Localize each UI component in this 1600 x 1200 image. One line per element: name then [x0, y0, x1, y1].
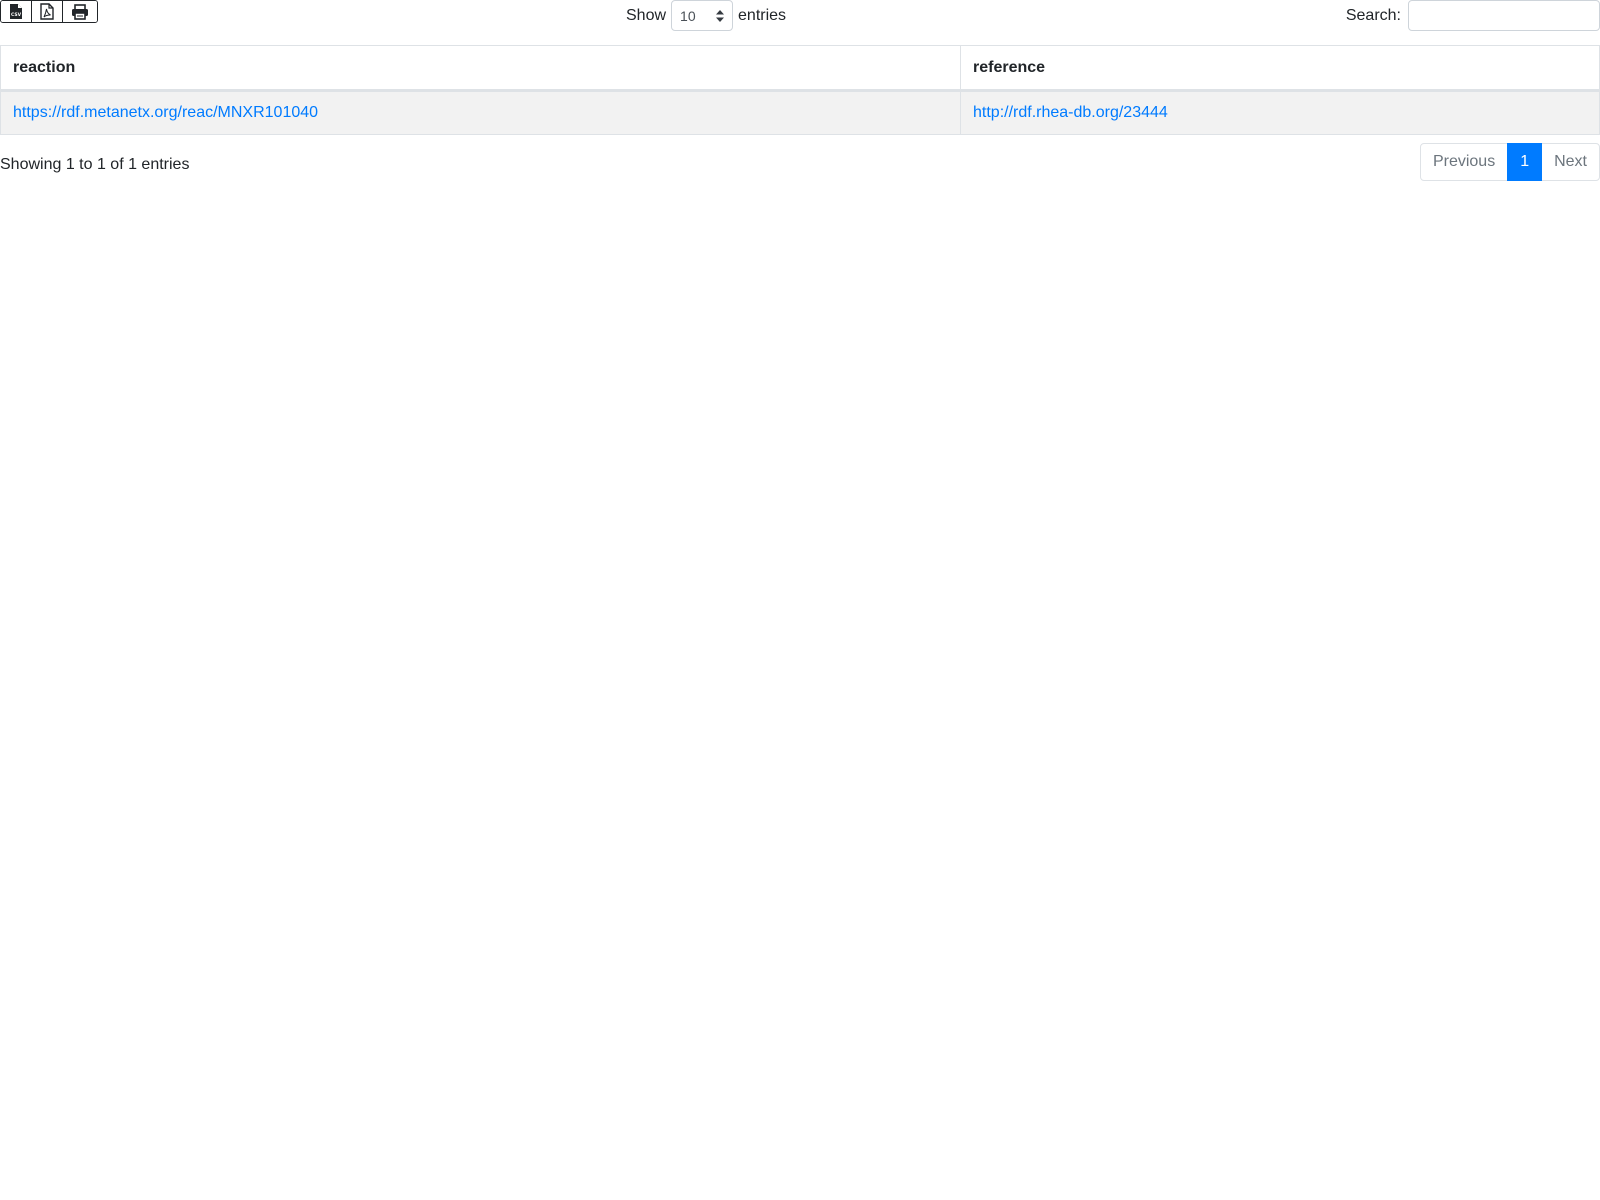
- pdf-export-button[interactable]: [32, 1, 63, 22]
- entries-label: entries: [738, 6, 787, 24]
- pagination: Previous 1 Next: [1419, 143, 1600, 181]
- reference-link[interactable]: http://rdf.rhea-db.org/23444: [973, 104, 1168, 121]
- csv-export-button[interactable]: CSV: [1, 1, 32, 22]
- results-table: reaction reference https://rdf.metanetx.…: [0, 45, 1600, 135]
- table-row: https://rdf.metanetx.org/reac/MNXR101040…: [0, 90, 1600, 135]
- svg-text:CSV: CSV: [11, 12, 22, 18]
- export-button-group: CSV: [0, 0, 98, 23]
- print-icon: [72, 3, 88, 20]
- table-toolbar: CSV Show 10 entries Search:: [0, 0, 1600, 44]
- table-cell-reaction: https://rdf.metanetx.org/reac/MNXR101040: [0, 90, 961, 135]
- page-length-control: Show 10 entries: [626, 0, 786, 31]
- table-header-row: reaction reference: [0, 45, 1600, 92]
- csv-file-icon: CSV: [10, 4, 22, 19]
- select-arrows-icon: [716, 10, 725, 22]
- search-label: Search:: [1345, 6, 1401, 24]
- page-length-value: 10: [680, 7, 696, 24]
- page-1-button[interactable]: 1: [1507, 143, 1543, 181]
- next-page-button[interactable]: Next: [1541, 143, 1600, 181]
- column-header-reference[interactable]: reference: [960, 45, 1600, 92]
- table-info: Showing 1 to 1 of 1 entries: [0, 156, 190, 173]
- show-label: Show: [626, 6, 667, 24]
- print-button[interactable]: [63, 1, 97, 22]
- page-length-select[interactable]: 10: [671, 0, 734, 31]
- search-input[interactable]: [1408, 0, 1600, 31]
- column-header-reaction[interactable]: reaction: [0, 45, 961, 92]
- datatable-page: CSV Show 10 entries Search: reaction ref…: [0, 0, 1600, 1200]
- table-cell-reference: http://rdf.rhea-db.org/23444: [960, 90, 1600, 135]
- search-control: Search:: [1346, 0, 1600, 31]
- previous-page-button[interactable]: Previous: [1419, 143, 1509, 181]
- pdf-file-icon: [40, 3, 54, 20]
- reaction-link[interactable]: https://rdf.metanetx.org/reac/MNXR101040: [13, 104, 318, 121]
